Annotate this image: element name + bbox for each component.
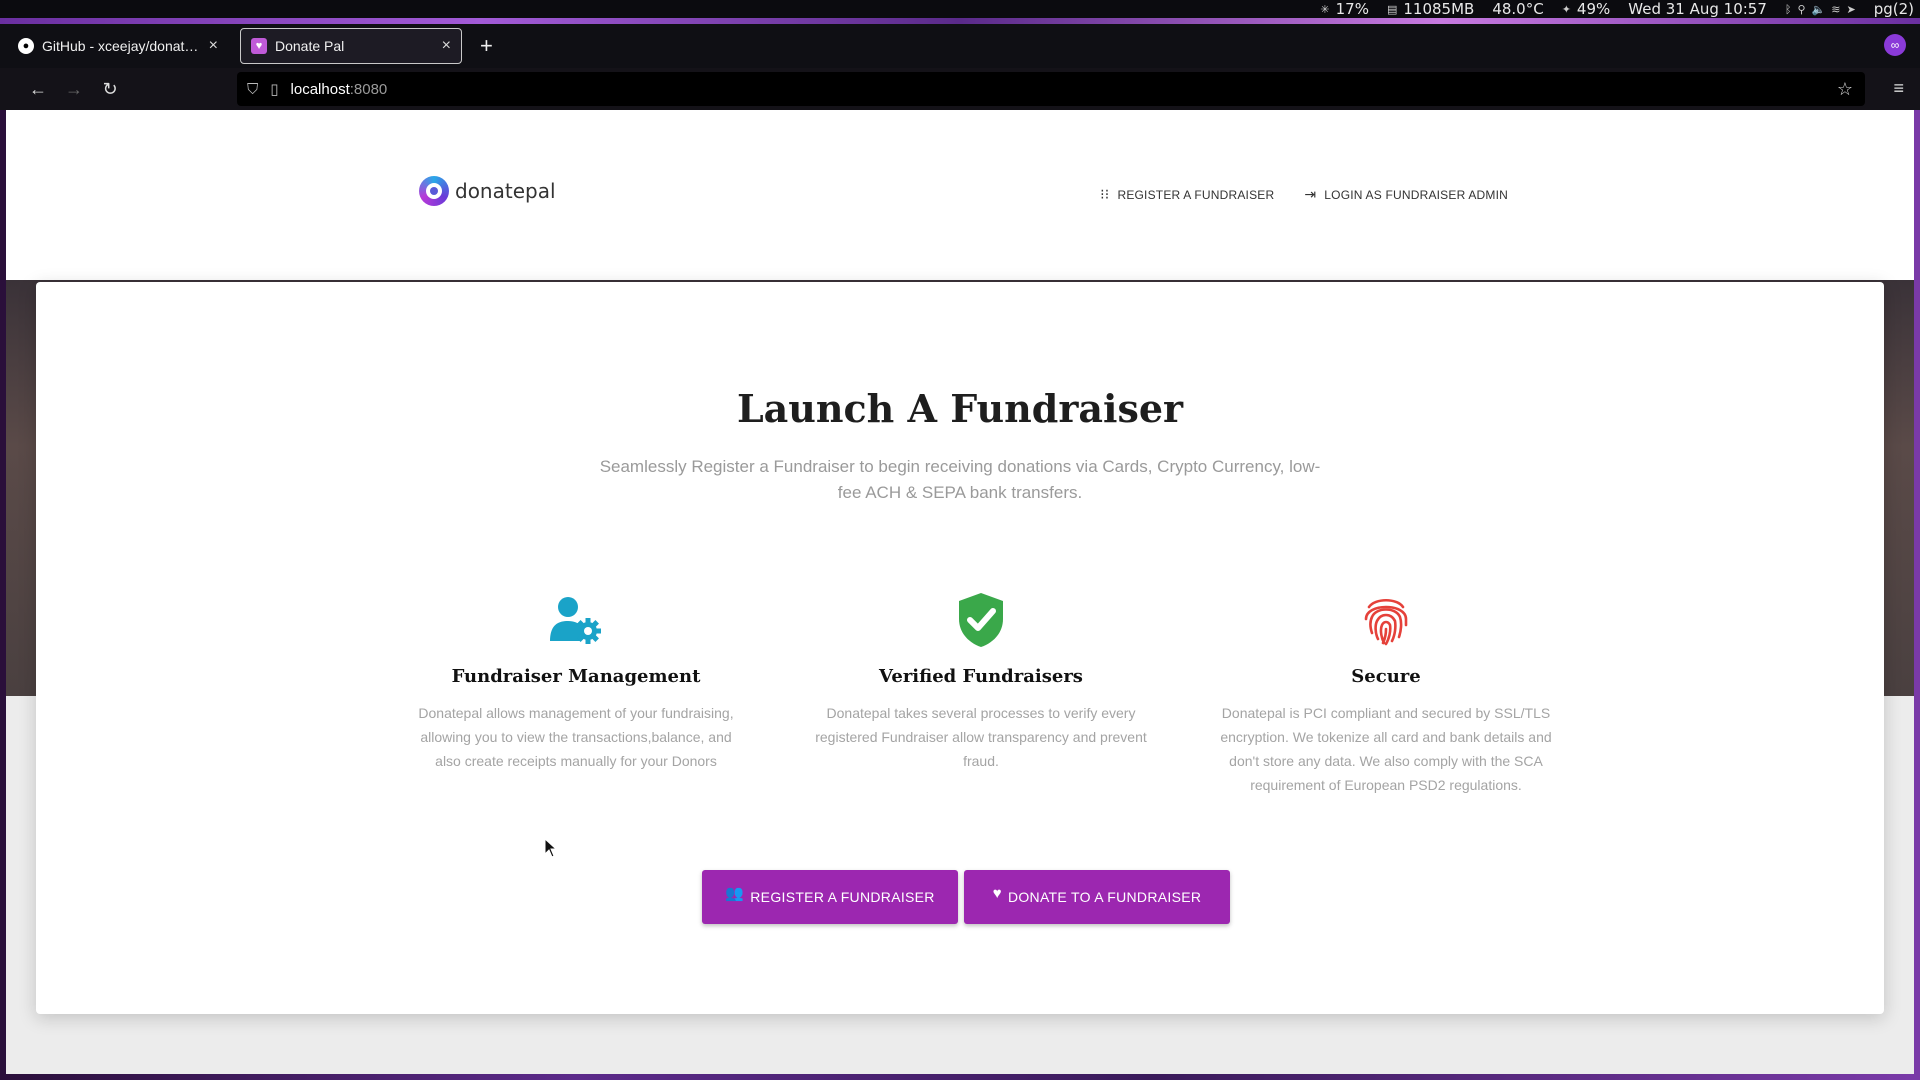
location-icon[interactable]: ⚲ <box>1798 3 1806 16</box>
feature-title: Verified Fundraisers <box>879 666 1083 687</box>
bluetooth-icon[interactable]: ᛒ <box>1785 3 1792 16</box>
hero-description: Seamlessly Register a Fundraiser to begi… <box>599 457 1321 502</box>
cta-buttons: 👥 REGISTER A FUNDRAISER ♥ DONATE TO A FU… <box>702 870 1230 924</box>
user-gear-icon <box>406 592 746 648</box>
browser-tab-bar: ● GitHub - xceejay/donate-pal × ♥ Donate… <box>0 24 1920 68</box>
feature-title: Fundraiser Management <box>451 666 701 687</box>
cpu-icon: ✳ <box>1320 2 1330 16</box>
site-header: donatepal ⁝⁝ REGISTER A FUNDRAISER ⇥ LOG… <box>6 110 1914 280</box>
page-title: Launch A Fundraiser <box>736 386 1184 431</box>
users-icon: 👥 <box>725 885 745 902</box>
workspace-indicator: pg(2) <box>1873 0 1914 18</box>
forward-button[interactable]: → <box>56 79 92 100</box>
site-nav: ⁝⁝ REGISTER A FUNDRAISER ⇥ LOGIN AS FUND… <box>1100 186 1508 203</box>
tray-icons[interactable]: ᛒ ⚲ 🔈 ≋ ➤ <box>1785 3 1856 16</box>
browser-nav-bar: ← → ↻ ⛉ ▯ localhost:8080 ☆ ≡ <box>0 68 1920 110</box>
feature-description: Donatepal allows management of your fund… <box>418 705 734 769</box>
heart-pulse-icon: ♥ <box>992 884 1002 902</box>
donatepal-logo-icon <box>419 176 449 206</box>
feature-description: Donatepal is PCI compliant and secured b… <box>1220 705 1552 793</box>
url-text[interactable]: localhost:8080 <box>291 81 388 98</box>
brightness-icon: ✦ <box>1561 2 1571 16</box>
feature-fundraiser-management: Fundraiser Management Donatepal allows m… <box>406 592 746 797</box>
close-tab-icon[interactable]: × <box>209 37 218 55</box>
telegram-icon[interactable]: ➤ <box>1846 3 1855 16</box>
address-bar[interactable]: ⛉ ▯ localhost:8080 ☆ <box>237 72 1865 106</box>
tab-github[interactable]: ● GitHub - xceejay/donate-pal × <box>8 28 228 64</box>
nav-register-fundraiser[interactable]: ⁝⁝ REGISTER A FUNDRAISER <box>1100 186 1274 203</box>
shield-icon[interactable]: ⛉ <box>247 81 258 98</box>
memory-indicator: ▤ 11085MB <box>1386 0 1475 18</box>
features-row: Fundraiser Management Donatepal allows m… <box>406 592 1556 797</box>
tab-donatepal[interactable]: ♥ Donate Pal × <box>240 28 462 64</box>
page-viewport: donatepal ⁝⁝ REGISTER A FUNDRAISER ⇥ LOG… <box>6 110 1914 1074</box>
github-icon: ● <box>18 38 34 54</box>
bookmark-star-icon[interactable]: ☆ <box>1837 79 1853 100</box>
speaker-icon[interactable]: 🔈 <box>1812 3 1826 16</box>
donate-fundraiser-button[interactable]: ♥ DONATE TO A FUNDRAISER <box>964 870 1230 924</box>
extension-icon[interactable]: ∞ <box>1884 34 1906 56</box>
list-icon: ⁝⁝ <box>1100 186 1110 202</box>
shield-check-icon <box>811 592 1151 648</box>
clock: Wed 31 Aug 10:57 <box>1628 0 1767 18</box>
login-icon: ⇥ <box>1304 186 1317 202</box>
feature-secure: Secure Donatepal is PCI compliant and se… <box>1216 592 1556 797</box>
feature-title: Secure <box>1351 666 1421 687</box>
page-icon[interactable]: ▯ <box>270 80 278 98</box>
hamburger-menu-icon[interactable]: ≡ <box>1893 78 1904 99</box>
close-tab-icon[interactable]: × <box>442 37 451 55</box>
donatepal-favicon-icon: ♥ <box>251 38 267 54</box>
back-button[interactable]: ← <box>20 79 56 100</box>
feature-verified-fundraisers: Verified Fundraisers Donatepal takes sev… <box>811 592 1151 797</box>
nav-login-admin[interactable]: ⇥ LOGIN AS FUNDRAISER ADMIN <box>1304 186 1508 203</box>
volume-indicator: ✦ 49% <box>1561 0 1611 18</box>
fingerprint-icon <box>1216 592 1556 648</box>
brand-logo[interactable]: donatepal <box>419 176 556 206</box>
new-tab-button[interactable]: + <box>480 33 493 59</box>
system-status-bar: ✳ 17% ▤ 11085MB 48.0°C ✦ 49% Wed 31 Aug 10:… <box>0 0 1920 18</box>
feature-description: Donatepal takes several processes to ver… <box>815 705 1147 769</box>
register-fundraiser-button[interactable]: 👥 REGISTER A FUNDRAISER <box>702 870 958 924</box>
reload-button[interactable]: ↻ <box>92 79 128 100</box>
launch-fundraiser-card: Launch A Fundraiser Seamlessly Register … <box>36 282 1884 1014</box>
memory-icon: ▤ <box>1386 2 1398 16</box>
wifi-icon[interactable]: ≋ <box>1831 3 1840 16</box>
cpu-indicator: ✳ 17% <box>1320 0 1369 18</box>
temperature-indicator: 48.0°C <box>1492 0 1544 18</box>
